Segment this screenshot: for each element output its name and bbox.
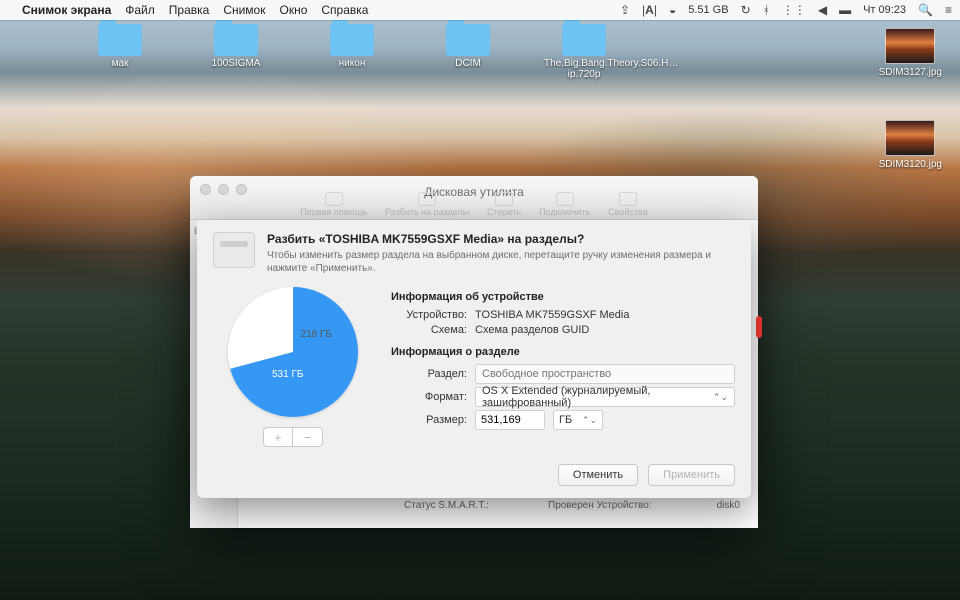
thumb-3120[interactable]: SDIM3120.jpg (879, 120, 942, 170)
menu-file[interactable]: Файл (125, 3, 155, 17)
menu-window[interactable]: Окно (279, 3, 307, 17)
partition-icon (418, 192, 436, 206)
traffic-lights (200, 184, 247, 195)
chevron-updown-icon: ⌃⌄ (713, 392, 728, 403)
pie-free-label: 218 ГБ (301, 329, 332, 340)
image-thumb-icon (885, 28, 935, 64)
red-accent (756, 316, 762, 338)
clock[interactable]: Чт 09:23 (863, 4, 906, 16)
chevron-updown-icon: ⌃⌄ (582, 415, 597, 426)
tb-partition: Разбить на разделы (385, 192, 469, 217)
pie-used-label: 531 ГБ (272, 369, 303, 380)
notifications-icon[interactable]: ≡ (945, 3, 952, 17)
du-status-row: Статус S.M.A.R.T.: Проверен Устройство: … (398, 496, 746, 514)
bluetooth-icon[interactable]: ᚼ (763, 3, 770, 17)
menubar-status: ⇪ |A| ◒ 5.51 GB ↻ ᚼ ⋮⋮ ◀ ▬ Чт 09:23 🔍 ≡ (620, 3, 952, 17)
wifi-icon[interactable]: ⋮⋮ (782, 3, 806, 17)
add-remove-segmented: + − (263, 427, 323, 447)
folder-dcim[interactable]: DCIM (438, 24, 498, 80)
tb-erase: Стереть (487, 192, 521, 217)
erase-icon (495, 192, 513, 206)
sheet-title: Разбить «TOSHIBA MK7559GSXF Media» на ра… (267, 232, 735, 246)
minimize-icon[interactable] (218, 184, 229, 195)
scheme-value: Схема разделов GUID (475, 324, 735, 336)
menu-help[interactable]: Справка (321, 3, 368, 17)
app-menu[interactable]: Снимок экрана (22, 3, 111, 17)
menubar: Снимок экрана Файл Правка Снимок Окно Сп… (0, 0, 960, 20)
device-label: Устройство: (391, 309, 467, 321)
folder-nikon[interactable]: никон (322, 24, 382, 80)
cancel-button[interactable]: Отменить (558, 464, 638, 486)
format-label: Формат: (391, 391, 467, 403)
firstaid-icon (325, 192, 343, 206)
partition-info-heading: Информация о разделе (391, 346, 735, 358)
timemachine-icon[interactable]: ↻ (741, 3, 751, 17)
tb-firstaid: Первая помощь (300, 192, 367, 217)
desktop-folders: мак 100SIGMA никон DCIM The.Big.Bang.The… (90, 24, 614, 80)
partition-pie-chart[interactable]: 218 ГБ 531 ГБ (228, 287, 358, 417)
folder-100sigma[interactable]: 100SIGMA (206, 24, 266, 80)
folder-icon (98, 24, 142, 56)
add-partition-button[interactable]: + (263, 427, 293, 447)
spotlight-icon[interactable]: 🔍 (918, 3, 933, 17)
size-label: Размер: (391, 414, 467, 426)
apply-button[interactable]: Применить (648, 464, 735, 486)
folder-icon (562, 24, 606, 56)
menu-snapshot[interactable]: Снимок (223, 3, 265, 17)
device-value: TOSHIBA MK7559GSXF Media (475, 309, 735, 321)
tb-mount: Подключить (539, 192, 590, 217)
zoom-icon[interactable] (236, 184, 247, 195)
disk-icon (213, 232, 255, 268)
window-titlebar[interactable]: Дисковая утилита Первая помощь Разбить н… (190, 176, 758, 220)
format-value: OS X Extended (журналируемый, зашифрован… (482, 385, 713, 409)
size-unit-select[interactable]: ГБ ⌃⌄ (553, 410, 603, 430)
desktop-thumbs: SDIM3127.jpg SDIM3120.jpg (879, 28, 942, 170)
device-info-heading: Информация об устройстве (391, 291, 735, 303)
image-thumb-icon (885, 120, 935, 156)
folder-mac[interactable]: мак (90, 24, 150, 80)
disk-free: 5.51 GB (688, 4, 728, 16)
menu-edit[interactable]: Правка (169, 3, 210, 17)
dropbox-icon[interactable]: ⇪ (620, 3, 630, 17)
folder-tbbt[interactable]: The.Big.Bang.Theory.S06.H…ip.720p (554, 24, 614, 80)
tb-info: Свойства (608, 192, 648, 217)
info-icon (619, 192, 637, 206)
status-smart-label: Статус S.M.A.R.T.: (398, 496, 542, 514)
du-toolbar: Первая помощь Разбить на разделы Стереть… (300, 192, 647, 217)
adobe-icon[interactable]: |A| (642, 3, 657, 17)
disk-icon[interactable]: ◒ (669, 3, 676, 17)
scheme-label: Схема: (391, 324, 467, 336)
volume-icon[interactable]: ◀ (818, 3, 827, 17)
close-icon[interactable] (200, 184, 211, 195)
partition-name-label: Раздел: (391, 368, 467, 380)
remove-partition-button[interactable]: − (293, 427, 323, 447)
partition-name-input[interactable] (475, 364, 735, 384)
size-input[interactable] (475, 410, 545, 430)
flag-icon[interactable]: ▬ (839, 3, 851, 17)
folder-icon (214, 24, 258, 56)
thumb-3127[interactable]: SDIM3127.jpg (879, 28, 942, 78)
status-device-value: disk0 (686, 496, 746, 514)
mount-icon (556, 192, 574, 206)
folder-icon (330, 24, 374, 56)
folder-icon (446, 24, 490, 56)
partition-sheet: Разбить «TOSHIBA MK7559GSXF Media» на ра… (197, 220, 751, 498)
status-device-label: Проверен Устройство: (542, 496, 686, 514)
format-select[interactable]: OS X Extended (журналируемый, зашифрован… (475, 387, 735, 407)
sheet-subtitle: Чтобы изменить размер раздела на выбранн… (267, 249, 735, 275)
